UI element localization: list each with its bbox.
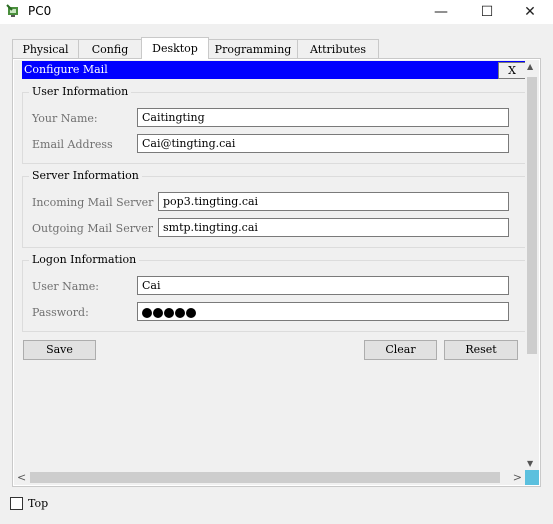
close-window-button[interactable]: ✕ bbox=[507, 0, 553, 24]
user-name-label: User Name: bbox=[32, 280, 100, 293]
password-dot bbox=[164, 308, 174, 318]
incoming-mail-server-input[interactable]: pop3.tingting.cai bbox=[158, 192, 509, 211]
scroll-left-arrow-icon[interactable]: < bbox=[17, 470, 26, 485]
user-name-input[interactable]: Cai bbox=[137, 276, 509, 295]
vertical-scroll-thumb[interactable] bbox=[527, 77, 537, 354]
email-address-input[interactable]: Cai@tingting.cai bbox=[137, 134, 509, 153]
user-information-legend: User Information bbox=[29, 85, 132, 98]
window-title: PC0 bbox=[28, 4, 52, 18]
desktop-panel: Configure Mail X User Information Your N… bbox=[12, 58, 541, 487]
save-button[interactable]: Save bbox=[23, 340, 96, 360]
horizontal-scroll-thumb[interactable] bbox=[30, 472, 500, 483]
outgoing-mail-server-input[interactable]: smtp.tingting.cai bbox=[158, 218, 509, 237]
reset-button[interactable]: Reset bbox=[444, 340, 518, 360]
tab-programming[interactable]: Programming bbox=[208, 39, 298, 59]
server-information-group: Server Information bbox=[22, 169, 525, 248]
maximize-button[interactable]: ☐ bbox=[464, 0, 510, 24]
top-checkbox[interactable] bbox=[10, 497, 23, 510]
password-mask bbox=[142, 306, 197, 323]
your-name-label: Your Name: bbox=[32, 112, 98, 125]
scroll-down-arrow-icon[interactable]: ▼ bbox=[527, 459, 533, 468]
minimize-button[interactable]: — bbox=[418, 0, 464, 24]
tab-config[interactable]: Config bbox=[78, 39, 142, 59]
vertical-scrollbar[interactable]: ▲ ▼ bbox=[525, 60, 539, 470]
password-dot bbox=[186, 308, 196, 318]
your-name-input[interactable]: Caitingting bbox=[137, 108, 509, 127]
password-dot bbox=[153, 308, 163, 318]
email-address-label: Email Address bbox=[32, 138, 113, 151]
tab-physical[interactable]: Physical bbox=[12, 39, 79, 59]
tab-attributes[interactable]: Attributes bbox=[297, 39, 379, 59]
title-bar: PC0 — ☐ ✕ bbox=[0, 0, 553, 24]
password-input[interactable] bbox=[137, 302, 509, 321]
horizontal-scrollbar[interactable]: < > bbox=[14, 470, 525, 485]
password-dot bbox=[142, 308, 152, 318]
clear-button[interactable]: Clear bbox=[364, 340, 437, 360]
logon-information-legend: Logon Information bbox=[29, 253, 140, 266]
scroll-up-arrow-icon[interactable]: ▲ bbox=[527, 62, 533, 71]
logon-information-group: Logon Information bbox=[22, 253, 525, 332]
scroll-right-arrow-icon[interactable]: > bbox=[513, 470, 522, 485]
user-information-group: User Information bbox=[22, 85, 525, 164]
packet-tracer-pc-icon bbox=[6, 4, 18, 17]
password-label: Password: bbox=[32, 306, 89, 319]
top-checkbox-label: Top bbox=[28, 497, 49, 510]
incoming-mail-server-label: Incoming Mail Server bbox=[32, 196, 154, 209]
configure-mail-title: Configure Mail bbox=[24, 63, 108, 76]
server-information-legend: Server Information bbox=[29, 169, 142, 182]
close-app-button[interactable]: X bbox=[498, 62, 525, 79]
configure-mail-view: Configure Mail X User Information Your N… bbox=[14, 60, 525, 470]
configure-mail-header: Configure Mail X bbox=[22, 61, 525, 79]
tab-desktop[interactable]: Desktop bbox=[141, 37, 209, 59]
scrollbar-corner bbox=[525, 470, 539, 485]
outgoing-mail-server-label: Outgoing Mail Server bbox=[32, 222, 153, 235]
password-dot bbox=[175, 308, 185, 318]
